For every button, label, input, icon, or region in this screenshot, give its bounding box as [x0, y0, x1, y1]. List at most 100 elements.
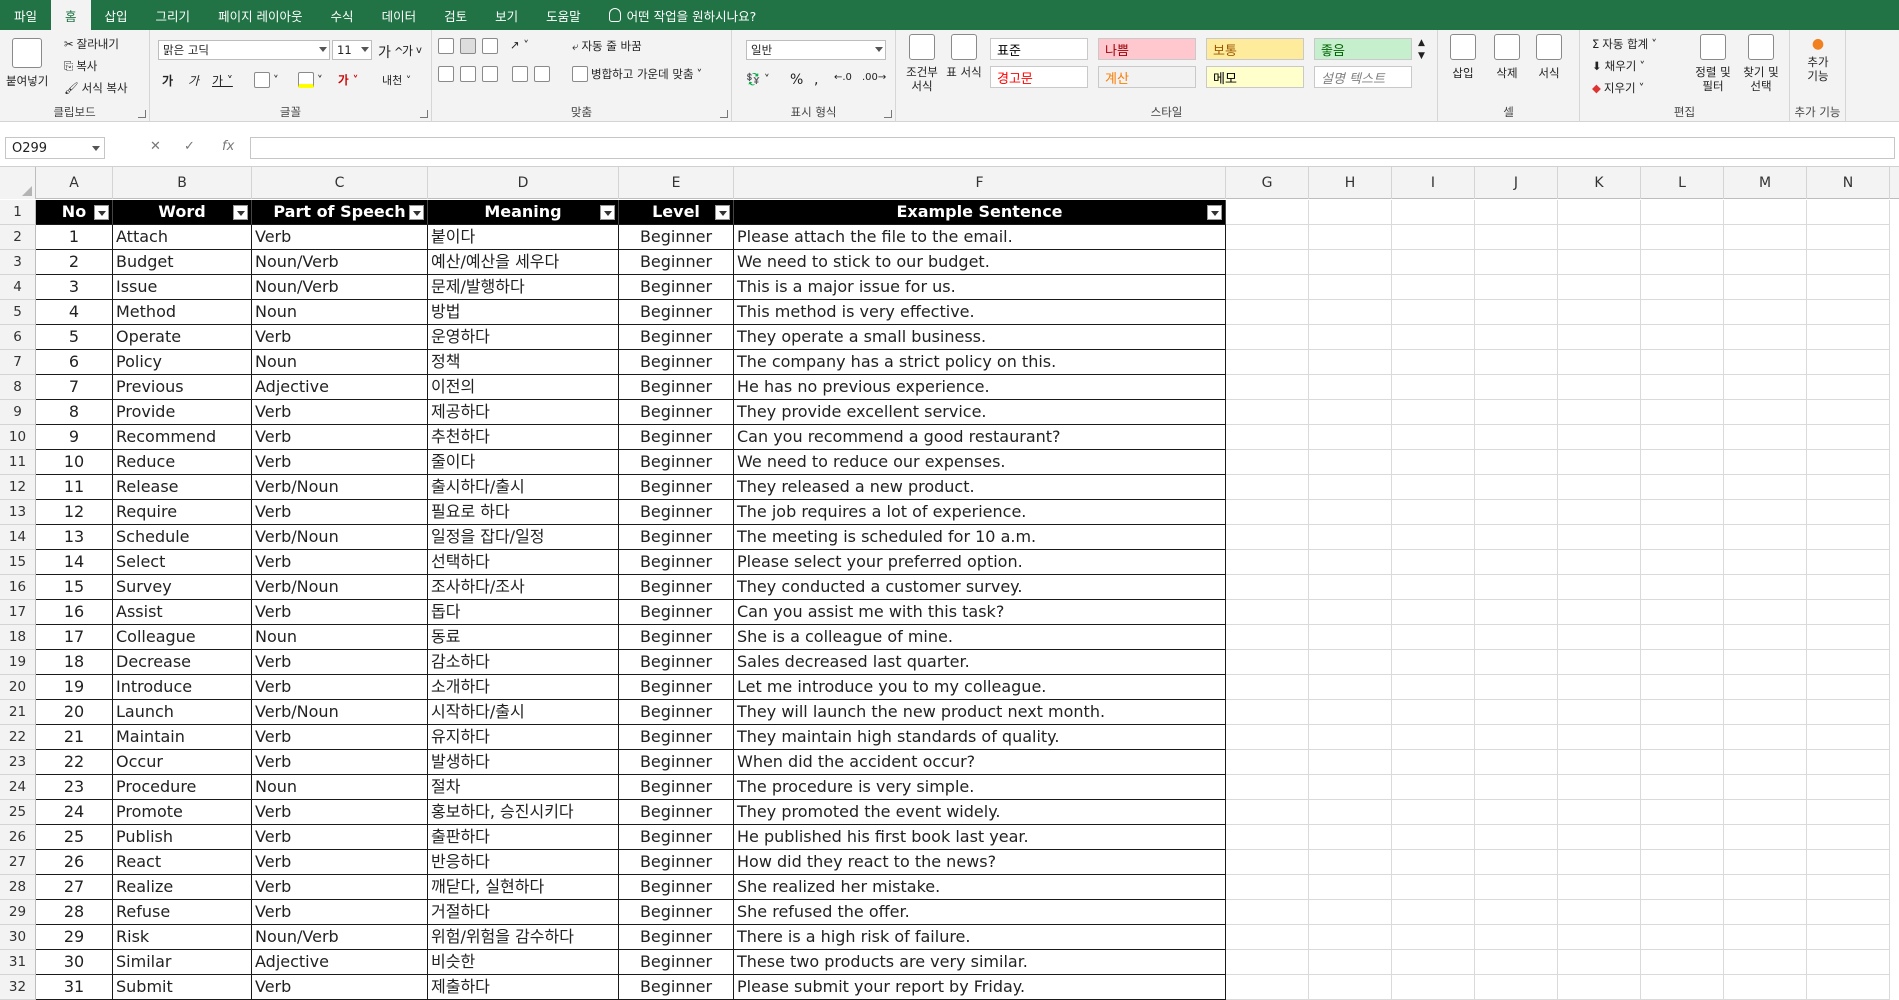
table-cell[interactable]: Refuse — [113, 900, 252, 925]
empty-cell[interactable] — [1807, 300, 1890, 325]
table-cell[interactable]: We need to stick to our budget. — [734, 250, 1226, 275]
table-cell[interactable]: 필요로 하다 — [428, 500, 619, 525]
table-cell[interactable]: 시작하다/출시 — [428, 700, 619, 725]
table-cell[interactable]: Beginner — [619, 400, 734, 425]
empty-cell[interactable] — [1807, 725, 1890, 750]
empty-cell[interactable] — [1309, 775, 1392, 800]
table-cell[interactable]: 돕다 — [428, 600, 619, 625]
filter-dropdown-icon[interactable] — [94, 205, 109, 220]
empty-cell[interactable] — [1226, 700, 1309, 725]
table-cell[interactable]: 제출하다 — [428, 975, 619, 1000]
row-header[interactable]: 15 — [0, 550, 36, 575]
table-cell[interactable]: Noun — [252, 300, 428, 325]
row-header[interactable]: 32 — [0, 975, 36, 1000]
empty-cell[interactable] — [1558, 625, 1641, 650]
table-cell[interactable]: Noun/Verb — [252, 250, 428, 275]
empty-cell[interactable] — [1724, 550, 1807, 575]
empty-cell[interactable] — [1724, 700, 1807, 725]
empty-cell[interactable] — [1558, 450, 1641, 475]
row-header[interactable]: 23 — [0, 750, 36, 775]
table-cell[interactable]: Let me introduce you to my colleague. — [734, 675, 1226, 700]
empty-cell[interactable] — [1641, 925, 1724, 950]
table-cell[interactable]: 28 — [36, 900, 113, 925]
table-cell[interactable]: Beginner — [619, 225, 734, 250]
table-cell[interactable]: Beginner — [619, 850, 734, 875]
name-box[interactable]: O299 — [5, 137, 105, 159]
empty-cell[interactable] — [1807, 225, 1890, 250]
table-cell[interactable]: Method — [113, 300, 252, 325]
table-cell[interactable]: 13 — [36, 525, 113, 550]
table-cell[interactable]: Reduce — [113, 450, 252, 475]
empty-cell[interactable] — [1641, 575, 1724, 600]
table-cell[interactable]: He has no previous experience. — [734, 375, 1226, 400]
empty-cell[interactable] — [1641, 825, 1724, 850]
table-cell[interactable]: 1 — [36, 225, 113, 250]
row-header[interactable]: 26 — [0, 825, 36, 850]
table-cell[interactable]: Verb — [252, 975, 428, 1000]
empty-cell[interactable] — [1392, 775, 1475, 800]
empty-cell[interactable] — [1807, 425, 1890, 450]
column-header-h[interactable]: H — [1309, 167, 1392, 199]
style-normal[interactable]: 표준 — [990, 38, 1088, 60]
empty-cell[interactable] — [1724, 475, 1807, 500]
empty-cell[interactable] — [1807, 900, 1890, 925]
empty-cell[interactable] — [1309, 275, 1392, 300]
empty-cell[interactable] — [1309, 950, 1392, 975]
empty-cell[interactable] — [1641, 750, 1724, 775]
table-cell[interactable]: Noun — [252, 350, 428, 375]
row-header[interactable]: 25 — [0, 800, 36, 825]
table-cell[interactable]: React — [113, 850, 252, 875]
table-cell[interactable]: Verb — [252, 875, 428, 900]
empty-cell[interactable] — [1392, 825, 1475, 850]
column-header-n[interactable]: N — [1807, 167, 1890, 199]
empty-cell[interactable] — [1558, 950, 1641, 975]
style-note[interactable]: 메모 — [1206, 66, 1304, 88]
empty-cell[interactable] — [1807, 500, 1890, 525]
table-cell[interactable]: Adjective — [252, 375, 428, 400]
empty-cell[interactable] — [1558, 700, 1641, 725]
empty-cell[interactable] — [1641, 475, 1724, 500]
empty-cell[interactable] — [1392, 675, 1475, 700]
empty-cell[interactable] — [1475, 450, 1558, 475]
table-cell[interactable]: 발생하다 — [428, 750, 619, 775]
align-middle-button[interactable] — [460, 38, 476, 54]
empty-cell[interactable] — [1641, 275, 1724, 300]
table-cell[interactable]: Realize — [113, 875, 252, 900]
align-center-button[interactable] — [460, 66, 476, 82]
underline-button[interactable]: 가 ˅ — [212, 72, 233, 89]
table-cell[interactable]: Previous — [113, 375, 252, 400]
empty-cell[interactable] — [1558, 200, 1641, 225]
empty-cell[interactable] — [1558, 900, 1641, 925]
empty-cell[interactable] — [1807, 550, 1890, 575]
empty-cell[interactable] — [1475, 725, 1558, 750]
copy-button[interactable]: ⎘ 복사 — [64, 58, 97, 74]
empty-cell[interactable] — [1475, 275, 1558, 300]
autosum-button[interactable]: Σ 자동 합계 ˅ — [1592, 36, 1657, 52]
empty-cell[interactable] — [1475, 825, 1558, 850]
empty-cell[interactable] — [1392, 975, 1475, 1000]
row-header[interactable]: 2 — [0, 225, 36, 250]
table-cell[interactable]: Verb — [252, 650, 428, 675]
empty-cell[interactable] — [1641, 800, 1724, 825]
empty-cell[interactable] — [1392, 200, 1475, 225]
table-cell[interactable]: Sales decreased last quarter. — [734, 650, 1226, 675]
table-cell[interactable]: 비슷한 — [428, 950, 619, 975]
empty-cell[interactable] — [1309, 725, 1392, 750]
table-cell[interactable]: Budget — [113, 250, 252, 275]
empty-cell[interactable] — [1226, 825, 1309, 850]
empty-cell[interactable] — [1226, 800, 1309, 825]
column-header-k[interactable]: K — [1558, 167, 1641, 199]
empty-cell[interactable] — [1558, 600, 1641, 625]
empty-cell[interactable] — [1226, 650, 1309, 675]
row-header[interactable]: 1 — [0, 200, 36, 225]
empty-cell[interactable] — [1558, 925, 1641, 950]
empty-cell[interactable] — [1641, 200, 1724, 225]
table-cell[interactable]: 거절하다 — [428, 900, 619, 925]
empty-cell[interactable] — [1558, 725, 1641, 750]
empty-cell[interactable] — [1558, 575, 1641, 600]
empty-cell[interactable] — [1558, 875, 1641, 900]
tab-insert[interactable]: 삽입 — [91, 0, 142, 30]
empty-cell[interactable] — [1641, 900, 1724, 925]
empty-cell[interactable] — [1558, 300, 1641, 325]
table-cell[interactable]: 31 — [36, 975, 113, 1000]
